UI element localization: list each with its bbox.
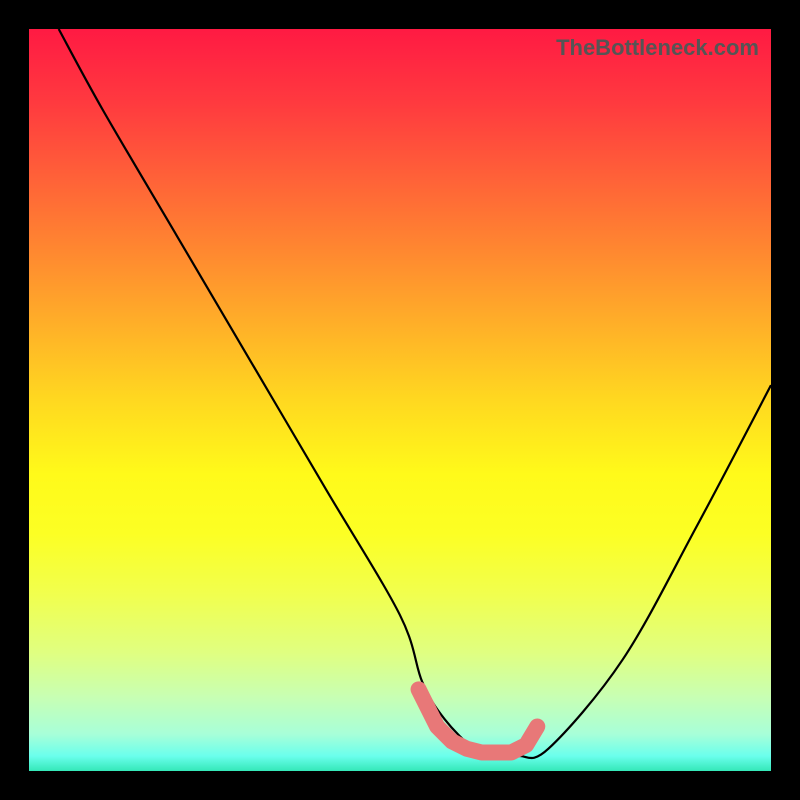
optimal-range-markers [29,29,771,771]
chart-container: TheBottleneck.com [0,0,800,800]
plot-area: TheBottleneck.com [29,29,771,771]
watermark-text: TheBottleneck.com [556,35,759,61]
